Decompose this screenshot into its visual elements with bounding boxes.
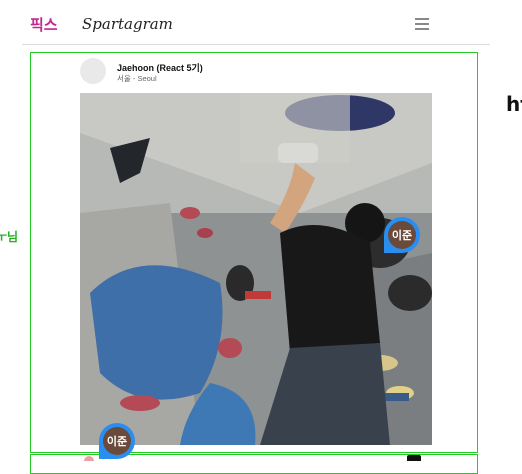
bookmark-icon[interactable] (407, 455, 421, 461)
user-tag-label: 이준 (103, 427, 131, 455)
brand-logo[interactable]: Spartagram (82, 15, 173, 33)
climbing-photo-illustration (80, 93, 432, 445)
user-tag-pin[interactable]: 이준 (99, 423, 135, 459)
user-tag-pin[interactable]: 이준 (384, 217, 420, 253)
side-label: ㅜ님 (0, 230, 19, 244)
right-clipped-text: ht (506, 92, 522, 116)
brand-korean[interactable]: 픽스 (30, 14, 58, 35)
top-bar: 픽스 Spartagram (22, 4, 490, 45)
avatar[interactable] (80, 58, 106, 84)
heart-icon[interactable] (84, 456, 94, 461)
post-location[interactable]: 서울 - Seoul (117, 73, 157, 84)
hamburger-menu-icon[interactable] (415, 18, 429, 30)
user-tag-label: 이준 (388, 221, 416, 249)
post-photo[interactable] (80, 93, 432, 445)
